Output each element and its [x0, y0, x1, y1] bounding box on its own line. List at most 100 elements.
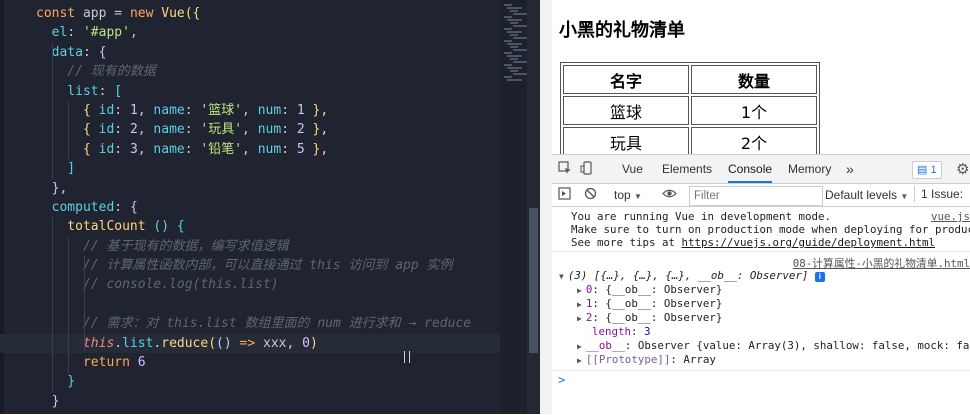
- source-link[interactable]: vue.js: [931, 210, 970, 223]
- gear-icon[interactable]: ⚙: [956, 160, 969, 178]
- code-token: 2: [296, 122, 305, 138]
- observer-value: Observer {value: Array(3), shallow: fals…: [637, 339, 970, 352]
- code-line[interactable]: const app = new Vue({: [0, 4, 500, 23]
- issues-badge[interactable]: ▤ 1: [912, 161, 942, 179]
- code-line[interactable]: list: [: [0, 82, 500, 101]
- expand-triangle-icon[interactable]: ▼: [559, 272, 564, 281]
- eye-icon[interactable]: [662, 187, 677, 203]
- array-item[interactable]: ▶ 1: {__ob__: Observer}: [577, 297, 723, 310]
- table-header-row: 名字 数量: [563, 65, 817, 94]
- collapsed-triangle-icon[interactable]: ▶: [577, 314, 582, 323]
- code-line[interactable]: },: [0, 179, 500, 198]
- code-line[interactable]: // 现有的数据: [0, 62, 500, 81]
- console-prompt[interactable]: >: [558, 373, 565, 387]
- minimap-line: [507, 79, 522, 81]
- array-summary[interactable]: ▼ (3) [{…}, {…}, {…}, __ob__: Observer] i: [559, 269, 825, 282]
- code-line[interactable]: // 需求：对 this.list 数组里面的 num 进行求和 → reduc…: [0, 314, 500, 333]
- inspect-element-icon[interactable]: [558, 161, 572, 178]
- array-item-key: 1: [585, 297, 593, 310]
- issues-button[interactable]: 1 Issue:: [914, 186, 963, 202]
- minimap-line: [507, 43, 522, 45]
- array-item-value: {__ob__: Observer}: [605, 283, 723, 296]
- cell-name: 篮球: [563, 96, 689, 125]
- browser-viewport: 小黑的礼物清单 名字 数量 篮球 1个 玩具 2个 Vue Elements C…: [552, 0, 970, 415]
- collapsed-triangle-icon[interactable]: ▶: [577, 286, 582, 295]
- code-token: :: [281, 122, 297, 138]
- code-area[interactable]: const app = new Vue({ el: '#app', data: …: [0, 4, 500, 414]
- context-select-value: top: [614, 188, 631, 202]
- clear-console-icon[interactable]: [584, 187, 597, 203]
- issues-badge-count: 1: [930, 164, 937, 176]
- tab-elements[interactable]: Elements: [662, 155, 712, 183]
- editor-scrollbar-thumb[interactable]: [529, 208, 538, 353]
- code-token: 2: [129, 122, 138, 138]
- code-token: name: [153, 102, 185, 118]
- code-line[interactable]: totalCount () {: [0, 217, 500, 236]
- log-levels-select[interactable]: Default levels ▼: [825, 188, 908, 202]
- code-line[interactable]: }: [0, 392, 500, 411]
- console-message: Make sure to turn on production mode whe…: [571, 223, 970, 236]
- code-line[interactable]: { id: 3, name: '铅笔', num: 5 },: [0, 140, 500, 159]
- minimap-line: [507, 67, 522, 69]
- code-line[interactable]: { id: 1, name: '篮球', num: 1 },: [0, 101, 500, 120]
- code-line[interactable]: data: {: [0, 43, 500, 62]
- pane-divider[interactable]: [540, 0, 552, 414]
- code-token: 0: [302, 335, 310, 351]
- context-select[interactable]: top ▼: [614, 188, 642, 202]
- code-token: ,: [129, 25, 138, 41]
- code-token: ,: [242, 122, 258, 138]
- indent-guide: [68, 101, 69, 160]
- code-token: :: [82, 44, 99, 60]
- prototype-property[interactable]: ▶ [[Prototype]]: Array: [577, 353, 716, 366]
- indent-guide: [52, 42, 53, 179]
- code-editor[interactable]: const app = new Vue({ el: '#app', data: …: [0, 0, 540, 414]
- code-line[interactable]: this.list.reduce(() => xxx, 0): [0, 333, 500, 354]
- code-line[interactable]: el: '#app',: [0, 23, 500, 42]
- collapsed-triangle-icon[interactable]: ▶: [577, 300, 582, 309]
- more-tabs-icon[interactable]: »: [846, 155, 854, 183]
- code-line[interactable]: // 计算属性函数内部，可以直接通过 this 访问到 app 实例: [0, 256, 500, 275]
- tab-vue[interactable]: Vue: [622, 155, 643, 183]
- length-key: length: [592, 325, 632, 338]
- code-line[interactable]: ]: [0, 159, 500, 178]
- code-token: '铅笔': [200, 141, 243, 157]
- device-toolbar-icon[interactable]: [580, 161, 594, 178]
- array-item[interactable]: ▶ 2: {__ob__: Observer}: [577, 311, 722, 324]
- code-token: :: [114, 102, 130, 118]
- code-token: ,: [137, 102, 154, 118]
- code-line[interactable]: }: [0, 372, 500, 391]
- code-line[interactable]: computed: {: [0, 198, 500, 217]
- code-token: app: [82, 6, 115, 21]
- code-line[interactable]: { id: 2, name: '玩具', num: 2 },: [0, 120, 500, 139]
- console-toolbar: top ▼ Default levels ▼ 1 Issue:: [552, 184, 970, 207]
- code-token: {: [176, 219, 185, 235]
- code-token: ,: [242, 102, 258, 118]
- code-line[interactable]: // console.log(this.list): [0, 275, 500, 294]
- code-token: ,: [286, 335, 303, 351]
- text-cursor-icon: [404, 351, 410, 363]
- code-token: :: [281, 141, 297, 157]
- filter-input[interactable]: [689, 186, 823, 206]
- code-line[interactable]: // 基于现有的数据，编写求值逻辑: [0, 237, 500, 256]
- observer-property[interactable]: ▶ __ob__: Observer {value: Array(3), shal…: [577, 339, 970, 352]
- tab-console[interactable]: Console: [728, 155, 773, 183]
- code-token: },: [304, 122, 329, 138]
- info-icon: i: [814, 272, 825, 282]
- tab-memory[interactable]: Memory: [788, 155, 831, 183]
- code-token: 6: [137, 355, 146, 371]
- array-item-value: {__ob__: Observer}: [605, 297, 723, 310]
- code-token: :: [114, 122, 130, 138]
- console-message: You are running Vue in development mode.: [571, 210, 832, 223]
- issues-button-label: 1 Issue:: [921, 187, 964, 201]
- code-token: ,: [137, 122, 154, 138]
- editor-scrollbar[interactable]: [527, 0, 540, 414]
- code-token: :: [281, 102, 297, 118]
- code-line[interactable]: [0, 295, 500, 314]
- collapsed-triangle-icon[interactable]: ▶: [577, 342, 582, 351]
- array-item[interactable]: ▶ 0: {__ob__: Observer}: [577, 283, 723, 296]
- deployment-link[interactable]: https://vuejs.org/guide/deployment.html: [682, 236, 936, 249]
- sidebar-toggle-icon[interactable]: [558, 187, 571, 203]
- code-token: computed: [36, 199, 115, 215]
- collapsed-triangle-icon[interactable]: ▶: [577, 356, 582, 365]
- code-line[interactable]: return 6: [0, 353, 500, 372]
